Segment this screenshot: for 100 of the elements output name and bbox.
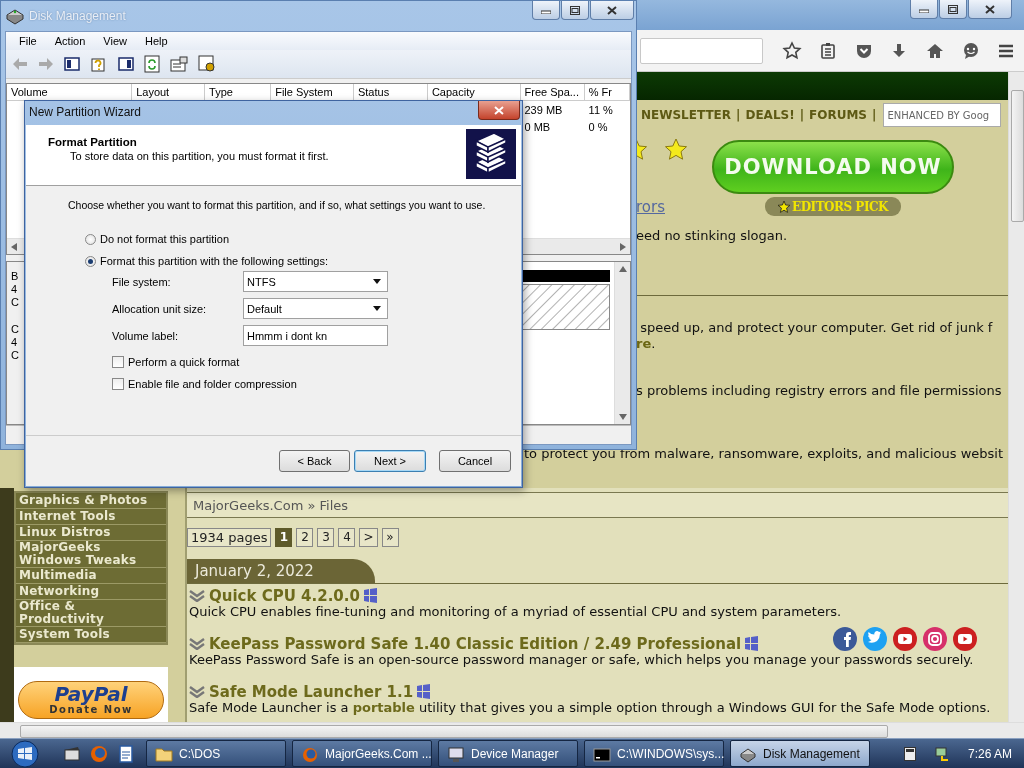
refresh-icon[interactable] — [144, 55, 160, 73]
facebook-icon[interactable] — [833, 627, 857, 651]
panel-icon[interactable] — [118, 57, 134, 71]
category-link[interactable]: MajorGeeks Windows Tweaks — [16, 541, 166, 568]
disk-label: 4 — [11, 336, 19, 349]
window-title: Disk Management — [29, 9, 127, 23]
twitter-icon[interactable] — [863, 627, 887, 651]
category-link[interactable]: Office & Productivity — [16, 600, 166, 627]
maximize-icon — [570, 5, 580, 15]
nav-separator: | — [799, 108, 805, 122]
step-description: To store data on this partition, you must format it first. — [69, 150, 329, 162]
address-field[interactable] — [640, 37, 763, 64]
nav-separator: | — [872, 108, 877, 122]
video-play-icon[interactable] — [953, 627, 977, 651]
browser-globe-icon[interactable] — [90, 744, 108, 763]
panel-icon[interactable] — [64, 57, 80, 71]
category-link[interactable]: Multimedia — [16, 568, 166, 584]
checkbox[interactable] — [112, 378, 124, 390]
next-button[interactable]: Next > — [354, 450, 426, 472]
scroll-left-icon — [11, 242, 17, 251]
menu-item[interactable]: Action — [45, 35, 95, 47]
slogan-text: eed no stinking slogan. — [636, 228, 789, 243]
breadcrumb: MajorGeeks.Com » Files — [187, 492, 1008, 518]
description-text: speed up, and protect your computer. Get rid of junk f — [639, 320, 994, 336]
taskbar-button[interactable]: C:\DOS — [146, 740, 286, 767]
minimize-button[interactable] — [532, 1, 560, 20]
instruction-text: Choose whether you want to format this partition, and if so, what settings you want to use. — [68, 199, 487, 211]
page-link[interactable]: 2 — [296, 528, 314, 547]
dropdown[interactable]: Default — [243, 298, 388, 319]
text-link[interactable]: rors — [636, 197, 665, 216]
scroll-down-icon — [618, 414, 627, 420]
settings-icon[interactable] — [198, 55, 216, 73]
radio-button[interactable] — [85, 233, 96, 245]
entry-title[interactable]: Safe Mode Launcher 1.1 — [209, 682, 414, 701]
bookmark-star-icon[interactable] — [782, 40, 803, 61]
close-button[interactable] — [590, 1, 634, 20]
chevron-down-icon[interactable] — [189, 685, 205, 698]
taskbar-button[interactable]: Device Manager — [438, 740, 578, 767]
disk-label: C — [11, 323, 20, 336]
nav-link[interactable]: FORUMS — [809, 108, 867, 122]
cancel-button[interactable]: Cancel — [439, 450, 511, 472]
calculator-icon[interactable] — [903, 746, 916, 761]
checkbox-label: Perform a quick format — [128, 356, 240, 368]
disk-label: C — [11, 296, 20, 309]
page-count: 1934 pages — [187, 528, 272, 547]
column-header[interactable]: % Fr — [584, 84, 630, 100]
page-link[interactable]: 3 — [317, 528, 335, 547]
document-icon[interactable] — [118, 744, 134, 763]
checkbox[interactable] — [112, 356, 124, 368]
search-field[interactable]: ENHANCED BY Goog — [883, 103, 1002, 127]
taskbar-button[interactable]: C:\WINDOWS\sys... — [584, 740, 724, 767]
entry-title[interactable]: KeePass Password Safe 1.40 Classic Edition / 2.49 Professional — [209, 634, 742, 653]
category-link[interactable]: Graphics & Photos — [16, 493, 166, 509]
disk-label: 4 — [11, 283, 19, 296]
vertical-scrollbar[interactable] — [614, 262, 630, 424]
page-link[interactable]: 4 — [338, 528, 356, 547]
stacked-disks-icon[interactable] — [466, 129, 516, 179]
close-button[interactable] — [478, 101, 520, 120]
menu-item[interactable]: Help — [135, 35, 177, 47]
windows-logo-icon — [745, 636, 759, 651]
minimize-button[interactable] — [910, 0, 938, 19]
maximize-button[interactable] — [561, 1, 589, 20]
table-cell-text: 11 % — [587, 103, 614, 116]
menu-item[interactable]: File — [10, 35, 46, 47]
clock[interactable]: 7:26 AM — [967, 746, 1012, 761]
vertical-scrollbar[interactable] — [1008, 72, 1024, 722]
properties-icon[interactable] — [170, 56, 188, 72]
nav-link[interactable]: NEWSLETTER — [641, 108, 732, 122]
category-link[interactable]: System Tools — [16, 627, 166, 643]
camera-icon[interactable] — [923, 627, 947, 651]
page-link[interactable]: » — [381, 528, 399, 547]
category-link[interactable]: Networking — [16, 584, 166, 600]
entry-title[interactable]: Quick CPU 4.2.0.0 — [209, 586, 360, 605]
start-orb-icon[interactable] — [8, 739, 42, 768]
network-icon[interactable] — [933, 745, 950, 762]
taskbar-button[interactable]: MajorGeeks.Com ... — [292, 740, 432, 767]
clapperboard-icon[interactable] — [64, 744, 80, 761]
category-link[interactable]: Internet Tools — [16, 509, 166, 525]
page-link[interactable]: > — [359, 528, 378, 547]
computer-icon — [447, 744, 465, 763]
caret-down-icon — [373, 279, 381, 284]
video-play-icon[interactable] — [893, 627, 917, 651]
close-button[interactable] — [968, 0, 1012, 19]
editors-pick-badge: EDITORS PICK — [765, 197, 901, 216]
dropdown[interactable]: NTFS — [243, 271, 388, 292]
nav-link[interactable]: DEALS! — [745, 108, 795, 122]
maximize-button[interactable] — [939, 0, 967, 19]
taskbar-button[interactable]: Disk Management — [730, 740, 870, 767]
paypal-donate-button[interactable]: PayPal Donate Now — [18, 681, 164, 719]
input-field[interactable]: Hmmm i dont kn — [243, 325, 388, 346]
chevron-down-icon[interactable] — [189, 637, 205, 650]
radio-button[interactable] — [85, 255, 96, 267]
category-link[interactable]: Linux Distros — [16, 525, 166, 541]
dialog-title: New Partition Wizard — [29, 104, 143, 121]
page-link[interactable]: 1 — [275, 528, 293, 547]
menu-item[interactable]: View — [94, 35, 136, 47]
back-button[interactable]: < Back — [279, 450, 350, 472]
chevron-down-icon[interactable] — [189, 589, 205, 602]
help-icon[interactable] — [90, 55, 108, 73]
entry-description: KeePass Password Safe is an open-source password manager or safe, which helps you manage your passwords securely. — [189, 652, 975, 668]
